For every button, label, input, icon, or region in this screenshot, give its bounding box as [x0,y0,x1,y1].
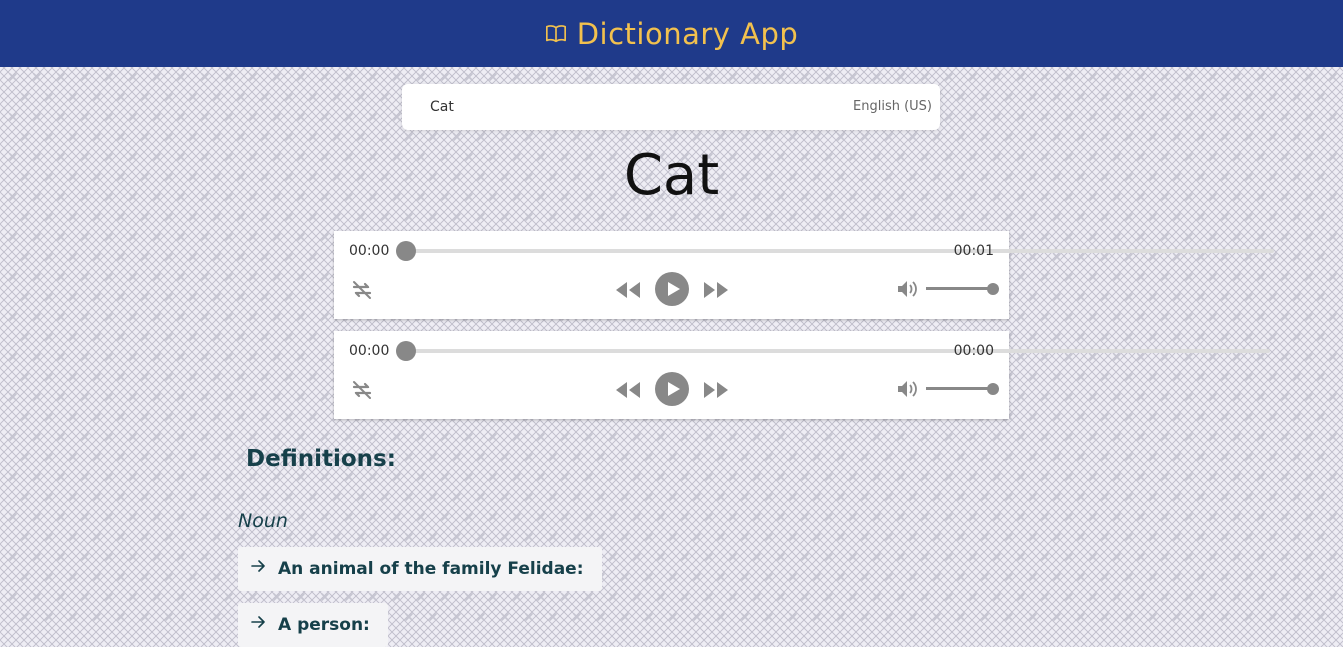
loop-icon[interactable] [350,378,374,402]
part-of-speech: Noun [238,510,288,532]
progress-thumb[interactable] [396,341,416,361]
definition-text: An animal of the family Felidae: [278,559,584,579]
total-time: 00:00 [953,343,994,359]
rewind-icon[interactable] [614,379,642,401]
audio-player: 00:00 00:00 [334,331,1270,419]
current-time: 00:00 [349,343,390,359]
volume-slider[interactable] [926,283,999,295]
play-button[interactable] [655,372,689,406]
volume-icon[interactable] [896,278,918,300]
arrow-right-icon [251,616,265,628]
definitions-heading: Definitions: [246,446,396,472]
search-input[interactable] [430,97,790,117]
current-time: 00:00 [349,243,390,259]
audio-player: 00:00 00:01 [334,231,1274,319]
language-select[interactable]: English (US) [853,99,932,114]
rewind-icon[interactable] [614,279,642,301]
progress-slider[interactable] [396,241,1274,261]
volume-icon[interactable] [896,378,918,400]
volume-fill [926,387,993,390]
loop-icon[interactable] [350,278,374,302]
volume-slider[interactable] [926,383,999,395]
app-header: Dictionary App [0,0,1343,67]
forward-icon[interactable] [702,379,730,401]
definition-item: An animal of the family Felidae: [238,547,602,591]
app-title: Dictionary App [576,16,799,51]
volume-fill [926,287,993,290]
definition-item: A person: [238,603,388,647]
volume-thumb[interactable] [987,283,999,295]
total-time: 00:01 [953,243,994,259]
progress-slider[interactable] [396,341,1270,361]
play-button[interactable] [655,272,689,306]
volume-thumb[interactable] [987,383,999,395]
definition-text: A person: [278,615,370,635]
arrow-right-icon [251,560,265,572]
search-bar: English (US) [402,84,940,130]
word-title: Cat [623,143,720,208]
progress-thumb[interactable] [396,241,416,261]
forward-icon[interactable] [702,279,730,301]
book-icon [545,24,566,42]
